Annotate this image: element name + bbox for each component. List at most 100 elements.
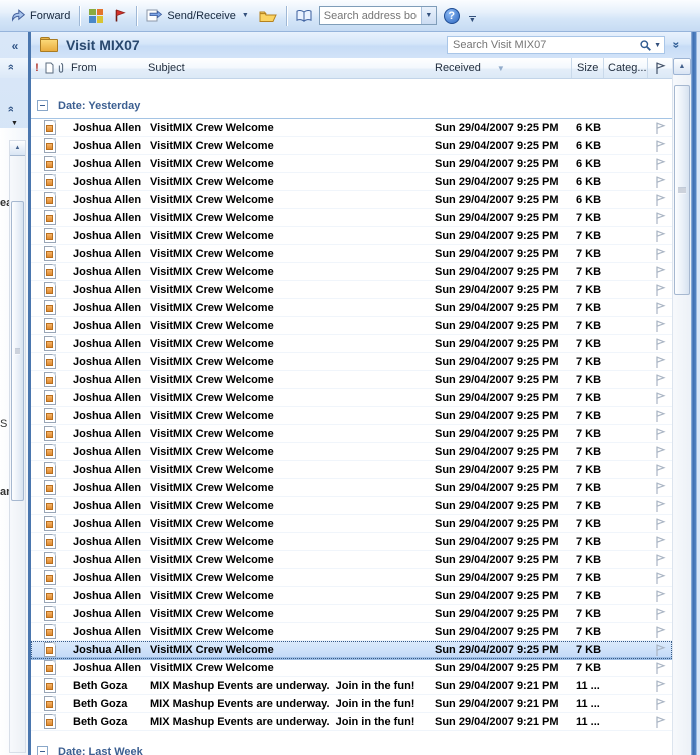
message-row[interactable]: Joshua Allen VisitMIX Crew Welcome Sun 2… <box>31 461 672 479</box>
message-row[interactable]: Joshua Allen VisitMIX Crew Welcome Sun 2… <box>31 155 672 173</box>
scrollbar-thumb[interactable] <box>674 85 690 295</box>
message-row[interactable]: Joshua Allen VisitMIX Crew Welcome Sun 2… <box>31 299 672 317</box>
message-row[interactable]: Joshua Allen VisitMIX Crew Welcome Sun 2… <box>31 317 672 335</box>
follow-up-button[interactable] <box>108 6 132 25</box>
scroll-up-icon[interactable]: ▲ <box>673 58 691 75</box>
message-row[interactable]: Joshua Allen VisitMIX Crew Welcome Sun 2… <box>31 281 672 299</box>
flag-icon[interactable] <box>647 319 672 333</box>
message-row[interactable]: Joshua Allen VisitMIX Crew Welcome Sun 2… <box>31 371 672 389</box>
flag-icon[interactable] <box>647 157 672 171</box>
message-row[interactable]: Joshua Allen VisitMIX Crew Welcome Sun 2… <box>31 263 672 281</box>
flag-icon[interactable] <box>647 373 672 387</box>
message-row[interactable]: Joshua Allen VisitMIX Crew Welcome Sun 2… <box>31 191 672 209</box>
message-row[interactable]: Joshua Allen VisitMIX Crew Welcome Sun 2… <box>31 443 672 461</box>
address-book-search-input[interactable] <box>320 10 421 22</box>
message-row[interactable]: Joshua Allen VisitMIX Crew Welcome Sun 2… <box>31 533 672 551</box>
help-button[interactable]: ? <box>439 6 465 26</box>
chevron-up-icon[interactable]: » <box>5 64 17 70</box>
flag-icon[interactable] <box>647 121 672 135</box>
scrollbar-thumb[interactable] <box>11 201 24 501</box>
flag-icon[interactable] <box>647 625 672 639</box>
flag-icon[interactable] <box>647 553 672 567</box>
flag-icon[interactable] <box>647 211 672 225</box>
message-row[interactable]: Joshua Allen VisitMIX Crew Welcome Sun 2… <box>31 623 672 641</box>
flag-icon[interactable] <box>647 715 672 729</box>
column-categories[interactable]: Categ... <box>603 58 647 78</box>
flag-icon[interactable] <box>647 589 672 603</box>
column-importance[interactable]: ! <box>31 62 43 74</box>
message-row[interactable]: Joshua Allen VisitMIX Crew Welcome Sun 2… <box>31 425 672 443</box>
flag-icon[interactable] <box>647 607 672 621</box>
group-header-last-week[interactable]: Date: Last Week <box>31 739 672 755</box>
chevron-down-icon[interactable]: ▼ <box>421 7 436 24</box>
flag-icon[interactable] <box>647 337 672 351</box>
mail-list-scrollbar[interactable]: ▲ <box>672 58 691 755</box>
flag-icon[interactable] <box>647 679 672 693</box>
flag-icon[interactable] <box>647 643 672 657</box>
message-row[interactable]: Joshua Allen VisitMIX Crew Welcome Sun 2… <box>31 389 672 407</box>
flag-icon[interactable] <box>647 445 672 459</box>
flag-icon[interactable] <box>647 697 672 711</box>
search-icon[interactable] <box>639 39 652 52</box>
dropdown-arrow-icon[interactable]: ▼ <box>11 120 18 127</box>
toolbar-options-button[interactable]: ▼ <box>469 16 476 23</box>
flag-icon[interactable] <box>647 535 672 549</box>
address-book-button[interactable] <box>291 7 317 25</box>
flag-icon[interactable] <box>647 193 672 207</box>
scroll-up-icon[interactable]: ▲ <box>10 141 25 156</box>
message-row[interactable]: Beth Goza MIX Mashup Events are underway… <box>31 695 672 713</box>
message-row[interactable]: Joshua Allen VisitMIX Crew Welcome Sun 2… <box>31 353 672 371</box>
message-row[interactable]: Joshua Allen VisitMIX Crew Welcome Sun 2… <box>31 173 672 191</box>
attachment-column-icon[interactable] <box>55 62 67 74</box>
message-row[interactable]: Joshua Allen VisitMIX Crew Welcome Sun 2… <box>31 407 672 425</box>
column-subject[interactable]: Subject <box>141 62 429 74</box>
message-row[interactable]: Joshua Allen VisitMIX Crew Welcome Sun 2… <box>31 137 672 155</box>
expand-pane-button[interactable]: » <box>665 38 687 52</box>
message-row[interactable]: Joshua Allen VisitMIX Crew Welcome Sun 2… <box>31 497 672 515</box>
item-type-column-icon[interactable] <box>43 62 55 74</box>
message-row[interactable]: Joshua Allen VisitMIX Crew Welcome Sun 2… <box>31 605 672 623</box>
message-row[interactable]: Joshua Allen VisitMIX Crew Welcome Sun 2… <box>31 227 672 245</box>
open-folder-button[interactable] <box>254 7 282 25</box>
search-options-arrow-icon[interactable]: ▼ <box>654 42 661 49</box>
flag-icon[interactable] <box>647 481 672 495</box>
flag-icon[interactable] <box>647 175 672 189</box>
flag-icon[interactable] <box>647 571 672 585</box>
column-from[interactable]: From <box>67 62 141 74</box>
flag-icon[interactable] <box>647 247 672 261</box>
message-row[interactable]: Joshua Allen VisitMIX Crew Welcome Sun 2… <box>31 119 672 137</box>
flag-column-icon[interactable] <box>647 58 672 78</box>
message-row[interactable]: Beth Goza MIX Mashup Events are underway… <box>31 713 672 731</box>
flag-icon[interactable] <box>647 409 672 423</box>
collapse-group-icon[interactable] <box>37 100 48 111</box>
forward-button[interactable]: Forward <box>5 6 75 25</box>
collapse-pane-button[interactable]: « <box>5 37 25 54</box>
flag-icon[interactable] <box>647 391 672 405</box>
flag-icon[interactable] <box>647 301 672 315</box>
nav-pane-scrollbar[interactable]: ▲ <box>9 140 26 753</box>
message-row[interactable]: Joshua Allen VisitMIX Crew Welcome Sun 2… <box>31 209 672 227</box>
categorize-button[interactable] <box>84 7 108 25</box>
flag-icon[interactable] <box>647 139 672 153</box>
group-header-yesterday[interactable]: Date: Yesterday <box>31 93 672 119</box>
flag-icon[interactable] <box>647 463 672 477</box>
send-receive-button[interactable]: Send/Receive ▼ <box>141 6 253 25</box>
flag-icon[interactable] <box>647 283 672 297</box>
flag-icon[interactable] <box>647 427 672 441</box>
message-row[interactable]: Joshua Allen VisitMIX Crew Welcome Sun 2… <box>31 335 672 353</box>
flag-icon[interactable] <box>647 355 672 369</box>
message-row[interactable]: Beth Goza MIX Mashup Events are underway… <box>31 677 672 695</box>
message-row[interactable]: Joshua Allen VisitMIX Crew Welcome Sun 2… <box>31 479 672 497</box>
column-size[interactable]: Size <box>571 58 603 78</box>
flag-icon[interactable] <box>647 661 672 675</box>
flag-icon[interactable] <box>647 517 672 531</box>
message-row[interactable]: Joshua Allen VisitMIX Crew Welcome Sun 2… <box>31 659 672 677</box>
message-row[interactable]: Joshua Allen VisitMIX Crew Welcome Sun 2… <box>31 551 672 569</box>
collapse-group-icon[interactable] <box>37 746 48 755</box>
message-row[interactable]: Joshua Allen VisitMIX Crew Welcome Sun 2… <box>31 245 672 263</box>
message-row[interactable]: Joshua Allen VisitMIX Crew Welcome Sun 2… <box>31 515 672 533</box>
column-received[interactable]: Received ▼ <box>429 62 571 74</box>
chevron-up-icon[interactable]: » <box>5 106 17 112</box>
message-row[interactable]: Joshua Allen VisitMIX Crew Welcome Sun 2… <box>31 587 672 605</box>
flag-icon[interactable] <box>647 499 672 513</box>
